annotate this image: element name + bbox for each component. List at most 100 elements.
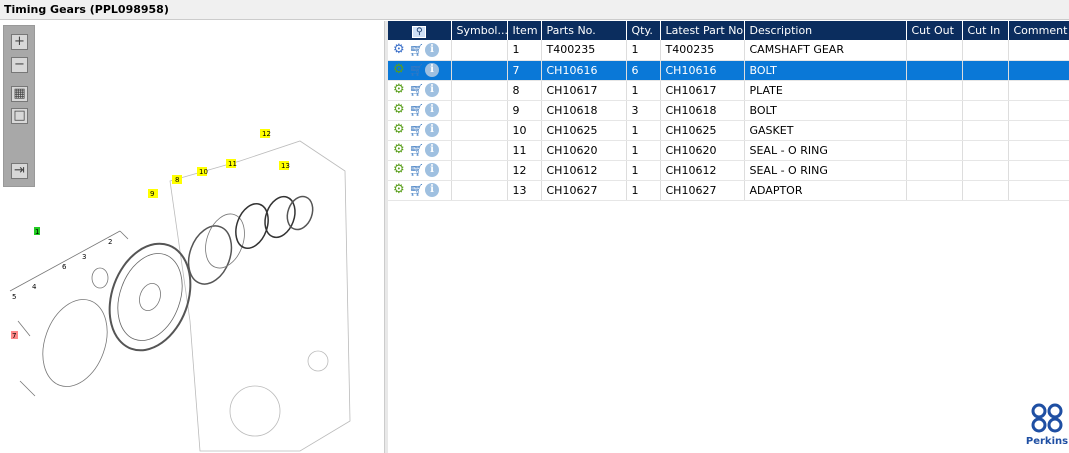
- cell-latest-part-no: CH10627: [660, 180, 745, 201]
- callout-12[interactable]: 12: [262, 130, 271, 138]
- column-header-qty[interactable]: Qty.: [626, 21, 661, 40]
- cell-description: GASKET: [744, 120, 907, 141]
- zoom-in-icon[interactable]: +: [11, 34, 28, 50]
- cell-item: 10: [507, 120, 542, 141]
- callout-1[interactable]: 1: [35, 228, 39, 236]
- gear-icon[interactable]: ⚙: [393, 63, 407, 77]
- cell-description: SEAL - O RING: [744, 160, 907, 181]
- cart-icon[interactable]: 🛒︎: [409, 143, 424, 157]
- search-icon[interactable]: ⚲: [412, 25, 427, 38]
- cell-latest-part-no: CH10625: [660, 120, 745, 141]
- info-icon[interactable]: i: [425, 143, 439, 157]
- cell-qty: 1: [626, 140, 661, 161]
- cell-comment: [1008, 160, 1069, 181]
- info-icon[interactable]: i: [425, 103, 439, 117]
- perkins-emblem-icon: [1031, 403, 1063, 433]
- cell-part-no: T400235: [541, 40, 627, 61]
- cell-cut-out: [906, 80, 963, 101]
- callout-5[interactable]: 5: [12, 293, 16, 301]
- cart-icon[interactable]: 🛒︎: [409, 123, 424, 137]
- gears-icon[interactable]: ⚙: [393, 42, 407, 57]
- cart-icon[interactable]: 🛒︎: [409, 183, 424, 197]
- cell-comment: [1008, 40, 1069, 61]
- cell-description: SEAL - O RING: [744, 140, 907, 161]
- gear-icon[interactable]: ⚙: [393, 83, 407, 97]
- cell-comment: [1008, 120, 1069, 141]
- cell-part-no: CH10618: [541, 100, 627, 121]
- cell-qty: 1: [626, 120, 661, 141]
- cell-qty: 1: [626, 80, 661, 101]
- table-row[interactable]: ⚙ 🛒︎ i 8 CH10617 1 CH10617 PLATE: [388, 80, 1069, 101]
- column-header-cut-out[interactable]: Cut Out: [906, 21, 963, 40]
- column-header-comment[interactable]: Comment: [1008, 21, 1069, 40]
- callout-6[interactable]: 6: [62, 263, 67, 271]
- column-header-latest-part-no[interactable]: Latest Part No.: [660, 21, 745, 40]
- info-icon[interactable]: i: [425, 163, 439, 177]
- table-row[interactable]: ⚙ 🛒︎ i 9 CH10618 3 CH10618 BOLT: [388, 100, 1069, 121]
- info-icon[interactable]: i: [425, 183, 439, 197]
- cart-icon[interactable]: 🛒︎: [409, 83, 424, 97]
- cell-symbol: [451, 40, 508, 61]
- callout-7[interactable]: 7: [12, 332, 16, 340]
- table-row[interactable]: ⚙ 🛒︎ i 13 CH10627 1 CH10627 ADAPTOR: [388, 180, 1069, 201]
- cell-comment: [1008, 80, 1069, 101]
- callout-11[interactable]: 11: [228, 160, 237, 168]
- callout-13[interactable]: 13: [281, 162, 290, 170]
- column-header-symbol[interactable]: Symbol...: [451, 21, 508, 40]
- column-header-description[interactable]: Description: [744, 21, 907, 40]
- table-row[interactable]: ⚙ 🛒︎ i 10 CH10625 1 CH10625 GASKET: [388, 120, 1069, 141]
- cell-qty: 6: [626, 60, 661, 81]
- callout-3[interactable]: 3: [82, 253, 86, 261]
- exploded-diagram[interactable]: 12 13 11 10 8 9 1 3 6 2 4 5 7: [0, 121, 385, 453]
- gear-icon[interactable]: ⚙: [393, 183, 407, 197]
- grid-header: ⚲ Symbol... Item Parts No. Qty. Latest P…: [388, 21, 1069, 40]
- cell-part-no: CH10612: [541, 160, 627, 181]
- info-icon[interactable]: i: [425, 123, 439, 137]
- diagram-panel[interactable]: + − ▦ □ ⇥ 12 13 11 10 8 9 1 3 6 2 4 5 7: [0, 21, 385, 453]
- cell-description: CAMSHAFT GEAR: [744, 40, 907, 61]
- cart-icon[interactable]: 🛒︎: [409, 63, 424, 77]
- cell-comment: [1008, 180, 1069, 201]
- column-header-search[interactable]: ⚲: [388, 21, 452, 40]
- gear-icon[interactable]: ⚙: [393, 103, 407, 117]
- table-row[interactable]: ⚙ 🛒︎ i 1 T400235 1 T400235 CAMSHAFT GEAR: [388, 40, 1069, 61]
- table-row[interactable]: ⚙ 🛒︎ i 7 CH10616 6 CH10616 BOLT: [388, 60, 1069, 81]
- gear-icon[interactable]: ⚙: [393, 143, 407, 157]
- cart-icon[interactable]: 🛒︎: [409, 43, 424, 57]
- row-actions: ⚙ 🛒︎ i: [388, 120, 452, 141]
- cell-symbol: [451, 80, 508, 101]
- column-header-item[interactable]: Item: [507, 21, 542, 40]
- fit-all-icon[interactable]: ▦: [11, 86, 28, 102]
- callout-10[interactable]: 10: [199, 168, 208, 176]
- column-header-parts-no[interactable]: Parts No.: [541, 21, 627, 40]
- row-actions: ⚙ 🛒︎ i: [388, 60, 452, 81]
- cart-icon[interactable]: 🛒︎: [409, 103, 424, 117]
- gear-icon[interactable]: ⚙: [393, 163, 407, 177]
- cell-cut-out: [906, 120, 963, 141]
- cell-comment: [1008, 140, 1069, 161]
- table-row[interactable]: ⚙ 🛒︎ i 11 CH10620 1 CH10620 SEAL - O RING: [388, 140, 1069, 161]
- info-icon[interactable]: i: [425, 42, 439, 57]
- cell-part-no: CH10617: [541, 80, 627, 101]
- row-actions: ⚙ 🛒︎ i: [388, 80, 452, 101]
- callout-2[interactable]: 2: [108, 238, 112, 246]
- info-icon[interactable]: i: [425, 63, 439, 77]
- cell-symbol: [451, 60, 508, 81]
- cell-item: 9: [507, 100, 542, 121]
- callout-8[interactable]: 8: [175, 176, 179, 184]
- info-icon[interactable]: i: [425, 83, 439, 97]
- table-row[interactable]: ⚙ 🛒︎ i 12 CH10612 1 CH10612 SEAL - O RING: [388, 160, 1069, 181]
- zoom-out-icon[interactable]: −: [11, 57, 28, 73]
- cell-latest-part-no: CH10616: [660, 60, 745, 81]
- cart-icon[interactable]: 🛒︎: [409, 163, 424, 177]
- cell-symbol: [451, 160, 508, 181]
- cell-latest-part-no: CH10612: [660, 160, 745, 181]
- gear-icon[interactable]: ⚙: [393, 123, 407, 137]
- callout-9[interactable]: 9: [150, 190, 154, 198]
- cell-part-no: CH10627: [541, 180, 627, 201]
- cell-description: BOLT: [744, 60, 907, 81]
- callout-4[interactable]: 4: [32, 283, 37, 291]
- column-header-cut-in[interactable]: Cut In: [962, 21, 1009, 40]
- cell-cut-out: [906, 180, 963, 201]
- cell-cut-in: [962, 40, 1009, 61]
